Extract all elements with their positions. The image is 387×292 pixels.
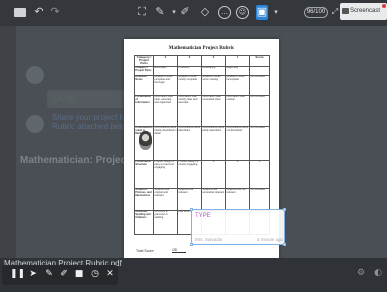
- column-header: 2: [201, 55, 226, 67]
- timer-icon[interactable]: ◷: [89, 268, 101, 281]
- cursor-icon[interactable]: ➤: [27, 268, 39, 281]
- background-link-line-2: Rubric attached below: [52, 122, 132, 131]
- table-cell: Graphics are somewhat relevant: [201, 187, 226, 211]
- table-cell: [249, 65, 270, 76]
- table-cell: Beginning: [225, 65, 250, 76]
- criterion-cell: Graphics, Pictures, and Illustrations: [134, 187, 154, 211]
- table-cell: Research notes some missing: [201, 74, 226, 96]
- table-cell: Product design is easy to read and engag…: [153, 159, 178, 189]
- document-title: Mathematician Project Rubric: [168, 46, 235, 51]
- highlighter-icon[interactable]: ✐: [178, 5, 192, 19]
- camera-icon: [342, 8, 349, 14]
- table-row: Presentation Structure Product design is…: [134, 159, 270, 189]
- camera-icon[interactable]: ■: [73, 268, 85, 281]
- table-cell: Not included: [249, 125, 270, 161]
- x-mark: X: [225, 159, 250, 189]
- criterion-cell: Grammar, Spelling and Citations: [134, 209, 154, 235]
- table-cell: No errors in grammar or spelling: [153, 209, 178, 235]
- table-cell: Research notes incomplete: [225, 74, 250, 96]
- record-dot-icon: [382, 4, 386, 8]
- table-cell: Not included: [249, 94, 270, 127]
- table-row: Category / Project Parts Exemplary Profi…: [134, 65, 270, 76]
- criterion-cell: Research Notes: [134, 74, 154, 96]
- collapse-icon[interactable]: ◐: [372, 267, 384, 279]
- pen-icon[interactable]: ✎: [153, 5, 167, 19]
- eraser-icon[interactable]: ◇: [198, 5, 212, 19]
- table-cell: Contributions were described: [177, 125, 202, 161]
- table-cell: Graphics are original and relevant: [153, 187, 178, 211]
- background-avatar: [26, 66, 44, 84]
- criterion-cell: Category / Project Parts: [134, 65, 154, 76]
- background-course-label: 9A/9B: [52, 94, 77, 104]
- table-cell: Information was mostly clear and accurat…: [177, 94, 202, 127]
- redo-icon[interactable]: ↷: [48, 5, 62, 19]
- table-row: Graphics, Pictures, and Illustrations Gr…: [134, 187, 270, 211]
- background-section-title: Mathematician: Project: [20, 155, 130, 166]
- text-annotation-content[interactable]: TYPE: [195, 213, 211, 219]
- highlighter-icon[interactable]: ✐: [58, 268, 70, 281]
- table-cell: Product design is mostly engaging: [177, 159, 202, 189]
- table-cell: Exemplary: [153, 65, 178, 76]
- table-cell: Information was somewhat clear: [201, 94, 226, 127]
- screenshot-icon[interactable]: [14, 8, 26, 17]
- table-row: Contributions made to Mathematics Contri…: [134, 125, 270, 161]
- page-counter: 96/100: [304, 7, 328, 18]
- background-avatar: [26, 115, 44, 133]
- emoji-icon[interactable]: ☺: [236, 6, 249, 19]
- close-icon[interactable]: ✕: [104, 268, 116, 281]
- table-cell: Research notes complete and thorough: [153, 74, 178, 96]
- table-cell: Not included: [249, 74, 270, 96]
- resize-handle[interactable]: [190, 208, 193, 211]
- table-cell: Information was clear, accurate, and org…: [153, 94, 178, 127]
- x-mark: X: [249, 159, 270, 189]
- table-cell: Graphics are not relevant: [225, 187, 250, 211]
- pen-icon[interactable]: ✎: [43, 268, 55, 281]
- table-cell: Graphics are relevant: [177, 187, 202, 211]
- mathematician-portrait: [139, 131, 152, 150]
- resize-handle[interactable]: [283, 208, 286, 211]
- column-header: 1: [225, 55, 250, 67]
- fullscreen-icon[interactable]: ⛶: [135, 5, 149, 19]
- total-score-label: Total Score:: [136, 249, 155, 253]
- screencast-annotation-screen: 9A/9B Share your project here Rubric att…: [0, 0, 387, 292]
- text-box-icon[interactable]: ▣: [256, 5, 268, 20]
- criterion-cell: Presentation Structure: [134, 159, 154, 189]
- comment-author: Mrs. Salvador: [195, 237, 223, 242]
- table-cell: Developing: [201, 65, 226, 76]
- screencast-label: Screencast: [350, 8, 381, 14]
- x-mark: X: [201, 159, 226, 189]
- table-cell: Information was unclear: [225, 94, 250, 127]
- pause-icon[interactable]: ❚❚: [10, 268, 25, 281]
- rubric-table: Category / Project Parts 4 3 2 1 Score C…: [134, 55, 270, 235]
- column-header: 4: [153, 55, 178, 67]
- table-header-row: Category / Project Parts 4 3 2 1 Score: [134, 55, 270, 67]
- comment-row: Mrs. Salvador a minute ago: [193, 236, 285, 244]
- background-sidebar: [0, 26, 16, 272]
- table-cell: Contributions were not described: [225, 125, 250, 161]
- column-header: 3: [177, 55, 202, 67]
- comment-time: a minute ago: [256, 237, 283, 242]
- text-dropdown-icon[interactable]: ▾: [269, 5, 283, 19]
- table-row: Research Notes Research notes complete a…: [134, 74, 270, 96]
- undo-icon[interactable]: ↶: [32, 5, 46, 19]
- settings-icon[interactable]: ⚙: [355, 267, 367, 279]
- table-cell: Contributions were clearly described in …: [153, 125, 178, 161]
- column-header: Category / Project Parts: [134, 55, 154, 67]
- table-cell: Contributions were partly described: [201, 125, 226, 161]
- column-header: Score: [249, 55, 270, 67]
- table-row: Presentation of Information Information …: [134, 94, 270, 127]
- comment-icon[interactable]: …: [218, 6, 231, 19]
- table-cell: Research notes mostly complete: [177, 74, 202, 96]
- table-cell: Proficient: [177, 65, 202, 76]
- table-cell: Not included: [249, 187, 270, 211]
- screencast-button[interactable]: Screencast: [340, 3, 387, 20]
- total-score-value: /28: [172, 248, 186, 253]
- criterion-cell: Presentation of Information: [134, 94, 154, 127]
